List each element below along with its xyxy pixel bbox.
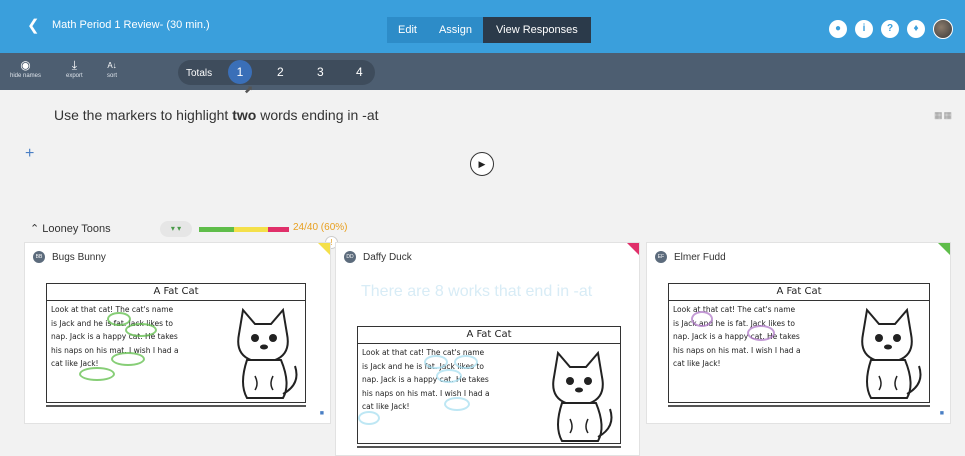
sort-button[interactable]: A↓ sort (107, 59, 117, 80)
mouse-cursor-icon: ⬈ (244, 84, 254, 96)
question-tab-3[interactable]: 3 (317, 65, 324, 80)
highlight-mark (79, 367, 115, 381)
lesson-title: Math Period 1 Review- (30 min.) (52, 19, 210, 31)
status-corner (318, 243, 330, 255)
highlight-mark (125, 323, 157, 337)
cat-illustration (861, 307, 922, 399)
top-bar: ❮ Math Period 1 Review- (30 min.) Edit A… (0, 0, 965, 53)
cat-illustration (552, 350, 613, 442)
avatar: DD (344, 251, 356, 263)
highlight-mark (747, 325, 775, 341)
status-corner (627, 243, 639, 255)
export-button[interactable]: ⤓ export (66, 59, 83, 80)
question-tab-4[interactable]: 4 (356, 65, 363, 80)
question-prompt: Use the markers to highlight two words e… (54, 107, 379, 123)
grid-icon[interactable]: ▦▦ (934, 110, 952, 120)
worksheet-baseline (668, 405, 930, 407)
comment-icon[interactable]: ■ (940, 410, 944, 417)
chevron-left-icon[interactable]: ❮ (27, 18, 40, 34)
student-response-text: There are 8 works that end in -at (361, 283, 593, 300)
question-tab-1[interactable]: 1 (228, 60, 252, 84)
hide-names-button[interactable]: ◉ hide names (10, 59, 41, 80)
download-icon: ⤓ (71, 58, 77, 72)
status-corner (938, 243, 950, 255)
student-name: Daffy Duck (363, 252, 412, 263)
response-card-elmer-fudd[interactable]: EF Elmer Fudd A Fat Cat Look at that cat… (646, 242, 951, 424)
worksheet-title: A Fat Cat (47, 284, 305, 301)
worksheet: A Fat Cat Look at that cat! The cat's na… (46, 283, 306, 403)
worksheet: A Fat Cat Look at that cat! The cat's na… (357, 326, 621, 444)
highlight-mark (111, 352, 145, 366)
cat-illustration (237, 307, 298, 399)
mode-switcher: Edit Assign View Responses (387, 17, 591, 43)
add-icon[interactable]: + (25, 145, 34, 163)
highlight-mark (358, 411, 380, 425)
student-name: Bugs Bunny (52, 252, 106, 263)
highlight-mark (436, 369, 462, 383)
help-icon[interactable]: ? (881, 20, 899, 38)
response-toolbar: ◉ hide names ⤓ export A↓ sort (0, 53, 965, 90)
worksheet-title: A Fat Cat (669, 284, 929, 301)
worksheet-baseline (46, 405, 306, 407)
edit-tab[interactable]: Edit (387, 17, 428, 43)
eye-icon[interactable]: ● (829, 20, 847, 38)
highlight-mark (107, 312, 131, 326)
highlight-mark (691, 311, 713, 327)
highlight-mark (424, 355, 448, 369)
sort-icon: A↓ (107, 61, 117, 70)
info-icon[interactable]: i (855, 20, 873, 38)
avatar[interactable] (933, 19, 953, 39)
response-card-daffy-duck[interactable]: DD Daffy Duck There are 8 works that end… (335, 242, 640, 456)
view-responses-tab[interactable]: View Responses (483, 17, 591, 43)
comment-icon[interactable]: ■ (320, 410, 324, 417)
group-progress-bar (199, 227, 289, 232)
response-card-bugs-bunny[interactable]: BB Bugs Bunny A Fat Cat Look at that cat… (24, 242, 331, 424)
topbar-icons: ● i ? ♦ (829, 19, 953, 39)
highlight-mark (444, 397, 470, 411)
group-score: 24/40 (60%) (293, 222, 348, 233)
marker-filter-button[interactable]: ▾ ▾ (160, 221, 192, 237)
worksheet-baseline (357, 446, 621, 448)
bell-icon[interactable]: ♦ (907, 20, 925, 38)
highlight-mark (454, 355, 478, 369)
totals-tab[interactable]: Totals (186, 66, 212, 81)
group-toggle[interactable]: ⌃ Looney Toons (30, 222, 111, 235)
assign-tab[interactable]: Assign (427, 17, 483, 43)
question-tab-2[interactable]: 2 (277, 65, 284, 80)
student-name: Elmer Fudd (674, 252, 726, 263)
avatar: BB (33, 251, 45, 263)
eye-slash-icon: ◉ (20, 58, 31, 72)
worksheet: A Fat Cat Look at that cat! The cat's na… (668, 283, 930, 403)
play-icon[interactable]: ▶ (470, 152, 494, 176)
worksheet-title: A Fat Cat (358, 327, 620, 344)
avatar: EF (655, 251, 667, 263)
